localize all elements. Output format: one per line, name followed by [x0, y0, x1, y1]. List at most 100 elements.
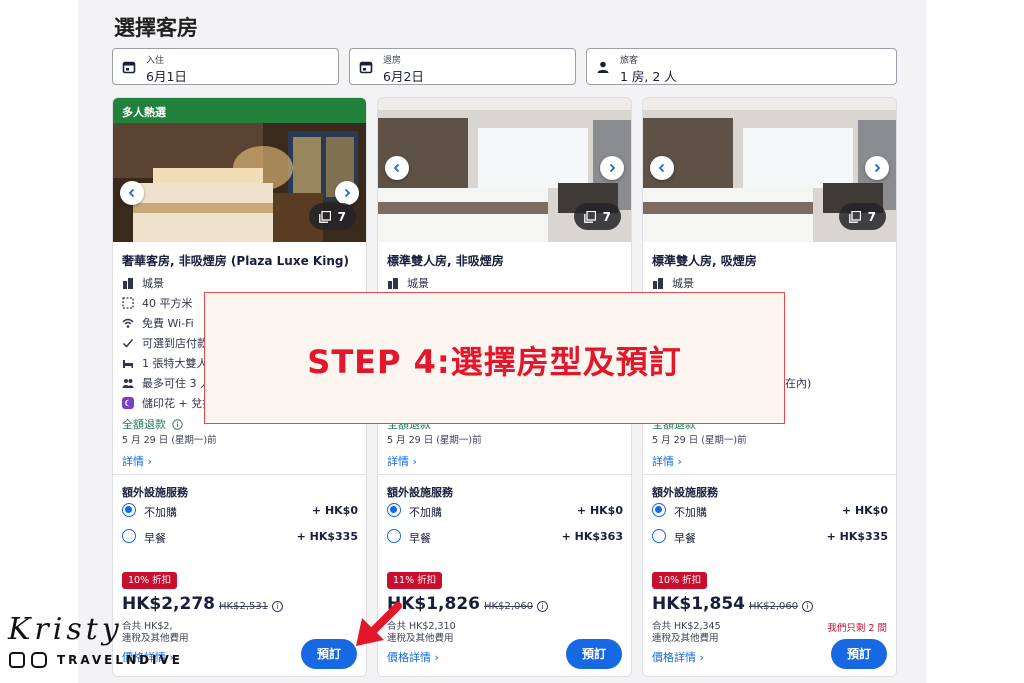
chevron-right-icon — [344, 188, 351, 198]
extras-title: 額外設施服務 — [122, 486, 188, 499]
original-price: HK$2,060 — [484, 601, 534, 612]
room-photo[interactable]: 7 — [643, 98, 896, 242]
check-icon — [122, 339, 134, 348]
checkout-label: 退房 — [383, 56, 402, 66]
partial-feature-note: 在內) — [785, 377, 812, 390]
feature-wifi: 免費 Wi-Fi — [122, 315, 194, 331]
chevron-right-icon — [874, 163, 881, 173]
radio-selected[interactable] — [387, 503, 401, 517]
step-overlay-text: STEP 4:選擇房型及預訂 — [307, 343, 682, 381]
extras-title: 額外設施服務 — [387, 486, 453, 499]
social-watermark: TRAVELNDIVE — [9, 652, 183, 668]
original-price: HK$2,531 — [219, 601, 269, 612]
book-button[interactable]: 預訂 — [566, 639, 622, 669]
tax-note: 連稅及其他費用 — [652, 633, 719, 644]
prev-photo-button[interactable] — [120, 181, 144, 205]
photo-count: 7 — [337, 209, 346, 224]
price-details-link[interactable]: 價格詳情 › — [652, 649, 704, 665]
wifi-icon — [122, 318, 134, 328]
extras-title: 額外設施服務 — [652, 486, 718, 499]
current-price: HK$1,854 — [652, 594, 746, 614]
gallery-icon — [583, 210, 596, 223]
calendar-icon — [359, 61, 373, 74]
divider — [113, 474, 366, 475]
popular-badge: 多人熱選 — [113, 98, 366, 123]
details-link[interactable]: 詳情 › — [387, 453, 417, 469]
rewards-icon — [122, 397, 134, 409]
checkout-value: 6月2日 — [383, 69, 424, 84]
chevron-right-icon: › — [412, 455, 417, 468]
chevron-left-icon — [658, 163, 665, 173]
city-icon — [653, 278, 663, 289]
room-photo[interactable]: 7 — [113, 123, 366, 242]
feature-occupancy: 最多可住 3 人 — [122, 375, 211, 391]
photo-count: 7 — [602, 209, 611, 224]
radio-selected[interactable] — [652, 503, 666, 517]
facebook-icon — [9, 652, 25, 668]
prev-photo-button[interactable] — [650, 156, 674, 180]
book-button[interactable]: 預訂 — [301, 639, 357, 669]
guests-label: 旅客 — [620, 56, 639, 66]
city-icon — [123, 278, 133, 289]
photo-gallery-button[interactable]: 7 — [308, 203, 356, 230]
room-name: 奢華客房, 非吸煙房 (Plaza Luxe King) — [122, 254, 349, 268]
room-name: 標準雙人房, 吸煙房 — [652, 254, 757, 268]
next-photo-button[interactable] — [600, 156, 624, 180]
next-photo-button[interactable] — [865, 156, 889, 180]
price-row: HK$1,854 HK$2,060 i — [652, 594, 814, 614]
gallery-icon — [318, 210, 331, 223]
info-icon[interactable]: i — [802, 601, 814, 612]
feature-bed: 1 張特大雙人 — [122, 355, 208, 371]
step-overlay: STEP 4:選擇房型及預訂 — [204, 292, 785, 424]
room-photo[interactable]: 7 — [378, 98, 631, 242]
prev-photo-button[interactable] — [385, 156, 409, 180]
details-link[interactable]: 詳情 › — [122, 453, 152, 469]
people-icon — [122, 379, 134, 388]
details-link[interactable]: 詳情 › — [652, 453, 682, 469]
discount-badge: 11% 折扣 — [387, 572, 443, 589]
refund-deadline: 5 月 29 日 (星期一)前 — [652, 435, 747, 446]
chevron-left-icon — [393, 163, 400, 173]
divider — [643, 474, 896, 475]
tax-note: 連稅及其他費用 — [122, 633, 189, 644]
feature-size: 40 平方米 — [122, 295, 193, 311]
guests-value: 1 房, 2 人 — [620, 69, 677, 84]
info-icon[interactable]: i — [272, 601, 284, 612]
chevron-right-icon: › — [699, 651, 704, 664]
photo-gallery-button[interactable]: 7 — [573, 203, 621, 230]
guests-field[interactable]: 旅客 1 房, 2 人 — [586, 48, 897, 85]
photo-count: 7 — [867, 209, 876, 224]
gallery-icon — [848, 210, 861, 223]
calendar-icon — [122, 61, 136, 74]
radio-selected[interactable] — [122, 503, 136, 517]
current-price: HK$2,278 — [122, 594, 216, 614]
feature-view: 城景 — [652, 275, 694, 291]
checkin-field[interactable]: 入住 6月1日 — [112, 48, 339, 85]
book-button[interactable]: 預訂 — [831, 639, 887, 669]
photo-gallery-button[interactable]: 7 — [838, 203, 886, 230]
page-title: 選擇客房 — [114, 16, 198, 40]
discount-badge: 10% 折扣 — [122, 572, 178, 589]
original-price: HK$2,060 — [749, 601, 799, 612]
next-photo-button[interactable] — [335, 181, 359, 205]
chevron-right-icon: › — [434, 651, 439, 664]
price-details-link[interactable]: 價格詳情 › — [387, 649, 439, 665]
feature-rewards: 儲印花 + 兌換 — [122, 395, 213, 411]
divider — [378, 474, 631, 475]
radio-unselected[interactable] — [387, 529, 401, 543]
price-row: HK$1,826 HK$2,060 i — [387, 594, 549, 614]
checkin-label: 入住 — [146, 56, 165, 66]
radio-unselected[interactable] — [652, 529, 666, 543]
red-arrow-icon — [356, 602, 402, 646]
checkout-field[interactable]: 退房 6月2日 — [349, 48, 576, 85]
info-icon[interactable]: i — [537, 601, 549, 612]
scarcity-note: 我們只剩 2 間 — [827, 623, 887, 634]
person-icon — [597, 61, 609, 73]
feature-pay-at-hotel: 可選到店付款 — [122, 335, 208, 351]
refund-deadline: 5 月 29 日 (星期一)前 — [122, 435, 217, 446]
feature-view: 城景 — [387, 275, 429, 291]
checkin-value: 6月1日 — [146, 69, 187, 84]
feature-view: 城景 — [122, 275, 164, 291]
refund-policy: 全額退款 — [122, 416, 183, 432]
radio-unselected[interactable] — [122, 529, 136, 543]
